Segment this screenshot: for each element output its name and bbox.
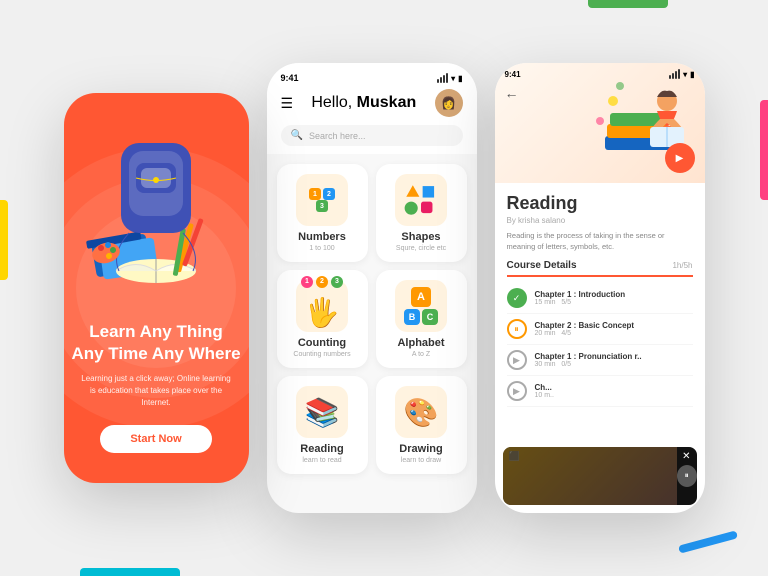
- categories-grid: 1 2 3 Numbers 1 to 100: [267, 154, 477, 484]
- shapes-sub: Squre, circle etc: [396, 245, 446, 252]
- alphabet-sub: A to Z: [412, 351, 430, 358]
- video-pip-icon: ⬛: [509, 451, 520, 462]
- numbers-label: Numbers: [298, 231, 346, 243]
- counting-icon: 1 2 3 🖐: [296, 280, 348, 332]
- home-header: 9:41 ▾ ▮ ☰ Hello, Muskan: [267, 63, 477, 154]
- detail-title: Reading: [507, 193, 693, 214]
- battery-icon: ▮: [458, 74, 462, 83]
- chapter-2-info: Chapter 2 : Basic Concept 20 min 4/5: [535, 321, 693, 337]
- greeting-text: Hello, Muskan: [311, 94, 416, 112]
- detail-author: By krisha salano: [507, 216, 693, 225]
- drawing-label: Drawing: [399, 443, 442, 455]
- chapter-1-name: Chapter 1 : Introduction: [535, 290, 693, 299]
- screens-container: Learn Any Thing Any Time Any Where Learn…: [0, 0, 768, 576]
- episodes-label: 1h/5h: [672, 261, 692, 270]
- chapter-4-play-icon: ▶: [507, 381, 527, 401]
- chapter-3-info: Chapter 1 : Pronunciation r.. 30 min 0/5: [535, 352, 693, 368]
- chapter-4-name: Ch...: [535, 383, 693, 392]
- status-bar: 9:41 ▾ ▮: [281, 73, 463, 83]
- chapter-2-meta: 20 min 4/5: [535, 330, 693, 337]
- chapter-1-info: Chapter 1 : Introduction 15 min 5/5: [535, 290, 693, 306]
- splash-title: Learn Any Thing Any Time Any Where: [64, 321, 249, 365]
- detail-header: 9:41 ▾ ▮ ←: [495, 63, 705, 183]
- reading-icon: 📚: [296, 386, 348, 438]
- chapter-1[interactable]: ✓ Chapter 1 : Introduction 15 min 5/5: [507, 283, 693, 314]
- alphabet-label: Alphabet: [397, 337, 444, 349]
- video-pause-button[interactable]: ⏸: [677, 465, 697, 487]
- counting-sub: Counting numbers: [293, 351, 350, 358]
- chapter-3-play-icon: ▶: [507, 350, 527, 370]
- backpack-svg: [81, 123, 231, 293]
- reading-label: Reading: [300, 443, 343, 455]
- reading-sub: learn to read: [302, 457, 341, 464]
- video-background: [503, 447, 677, 505]
- search-bar[interactable]: 🔍 Search here...: [281, 125, 463, 146]
- chapter-2-name: Chapter 2 : Basic Concept: [535, 321, 693, 330]
- numbers-sub: 1 to 100: [309, 245, 334, 252]
- category-reading[interactable]: 📚 Reading learn to read: [277, 376, 368, 474]
- search-placeholder: Search here...: [309, 131, 366, 141]
- detail-description: Reading is the process of taking in the …: [507, 231, 693, 252]
- chapter-2-pause-icon: ⏸: [507, 319, 527, 339]
- shapes-label: Shapes: [401, 231, 440, 243]
- category-counting[interactable]: 1 2 3 🖐 Counting Counting numbers: [277, 270, 368, 368]
- wifi-icon: ▾: [451, 74, 455, 83]
- detail-time: 9:41: [505, 70, 521, 79]
- chapter-4[interactable]: ▶ Ch... 10 m..: [507, 376, 693, 407]
- username: Muskan: [357, 94, 417, 111]
- hand-icon: 🖐: [305, 296, 340, 329]
- chapter-4-meta: 10 m..: [535, 392, 693, 399]
- drawing-icon: 🎨: [395, 386, 447, 438]
- category-numbers[interactable]: 1 2 3 Numbers 1 to 100: [277, 164, 368, 262]
- category-drawing[interactable]: 🎨 Drawing learn to draw: [376, 376, 467, 474]
- phone-splash: Learn Any Thing Any Time Any Where Learn…: [64, 93, 249, 483]
- status-icons: ▾ ▮: [437, 73, 462, 83]
- chapter-3-meta: 30 min 0/5: [535, 361, 693, 368]
- phone-detail: 9:41 ▾ ▮ ←: [495, 63, 705, 513]
- detail-content: Reading By krisha salano Reading is the …: [495, 183, 705, 417]
- course-details-header: Course Details 1h/5h: [507, 260, 693, 277]
- video-close-button[interactable]: ✕: [682, 451, 690, 462]
- chapter-1-meta: 15 min 5/5: [535, 299, 693, 306]
- splash-illustration: [81, 123, 231, 293]
- drawing-sub: learn to draw: [401, 457, 441, 464]
- splash-text: Learn Any Thing Any Time Any Where Learn…: [64, 321, 249, 453]
- numbers-icon: 1 2 3: [296, 174, 348, 226]
- chapter-3[interactable]: ▶ Chapter 1 : Pronunciation r.. 30 min 0…: [507, 345, 693, 376]
- course-details-label: Course Details: [507, 260, 577, 271]
- back-button[interactable]: ←: [505, 85, 519, 101]
- home-nav: ☰ Hello, Muskan 👩: [281, 89, 463, 117]
- phone-home: 9:41 ▾ ▮ ☰ Hello, Muskan: [267, 63, 477, 513]
- chapter-2[interactable]: ⏸ Chapter 2 : Basic Concept 20 min 4/5: [507, 314, 693, 345]
- alphabet-icon: A B C: [395, 280, 447, 332]
- play-button[interactable]: ▶: [665, 143, 695, 173]
- hamburger-menu[interactable]: ☰: [281, 95, 294, 112]
- chapter-4-info: Ch... 10 m..: [535, 383, 693, 399]
- user-avatar[interactable]: 👩: [435, 89, 463, 117]
- category-shapes[interactable]: Shapes Squre, circle etc: [376, 164, 467, 262]
- start-now-button[interactable]: Start Now: [100, 425, 211, 453]
- chapter-1-done-icon: ✓: [507, 288, 527, 308]
- search-icon: 🔍: [291, 130, 303, 141]
- signal-icon: [437, 73, 448, 83]
- counting-label: Counting: [298, 337, 346, 349]
- video-popup[interactable]: ⬛ ✕ ⏸: [503, 447, 697, 505]
- category-alphabet[interactable]: A B C Alphabet A to Z: [376, 270, 467, 368]
- status-time: 9:41: [281, 73, 299, 83]
- splash-subtitle: Learning just a click away; Online learn…: [64, 373, 249, 409]
- shapes-icon: [395, 174, 447, 226]
- chapter-3-name: Chapter 1 : Pronunciation r..: [535, 352, 693, 361]
